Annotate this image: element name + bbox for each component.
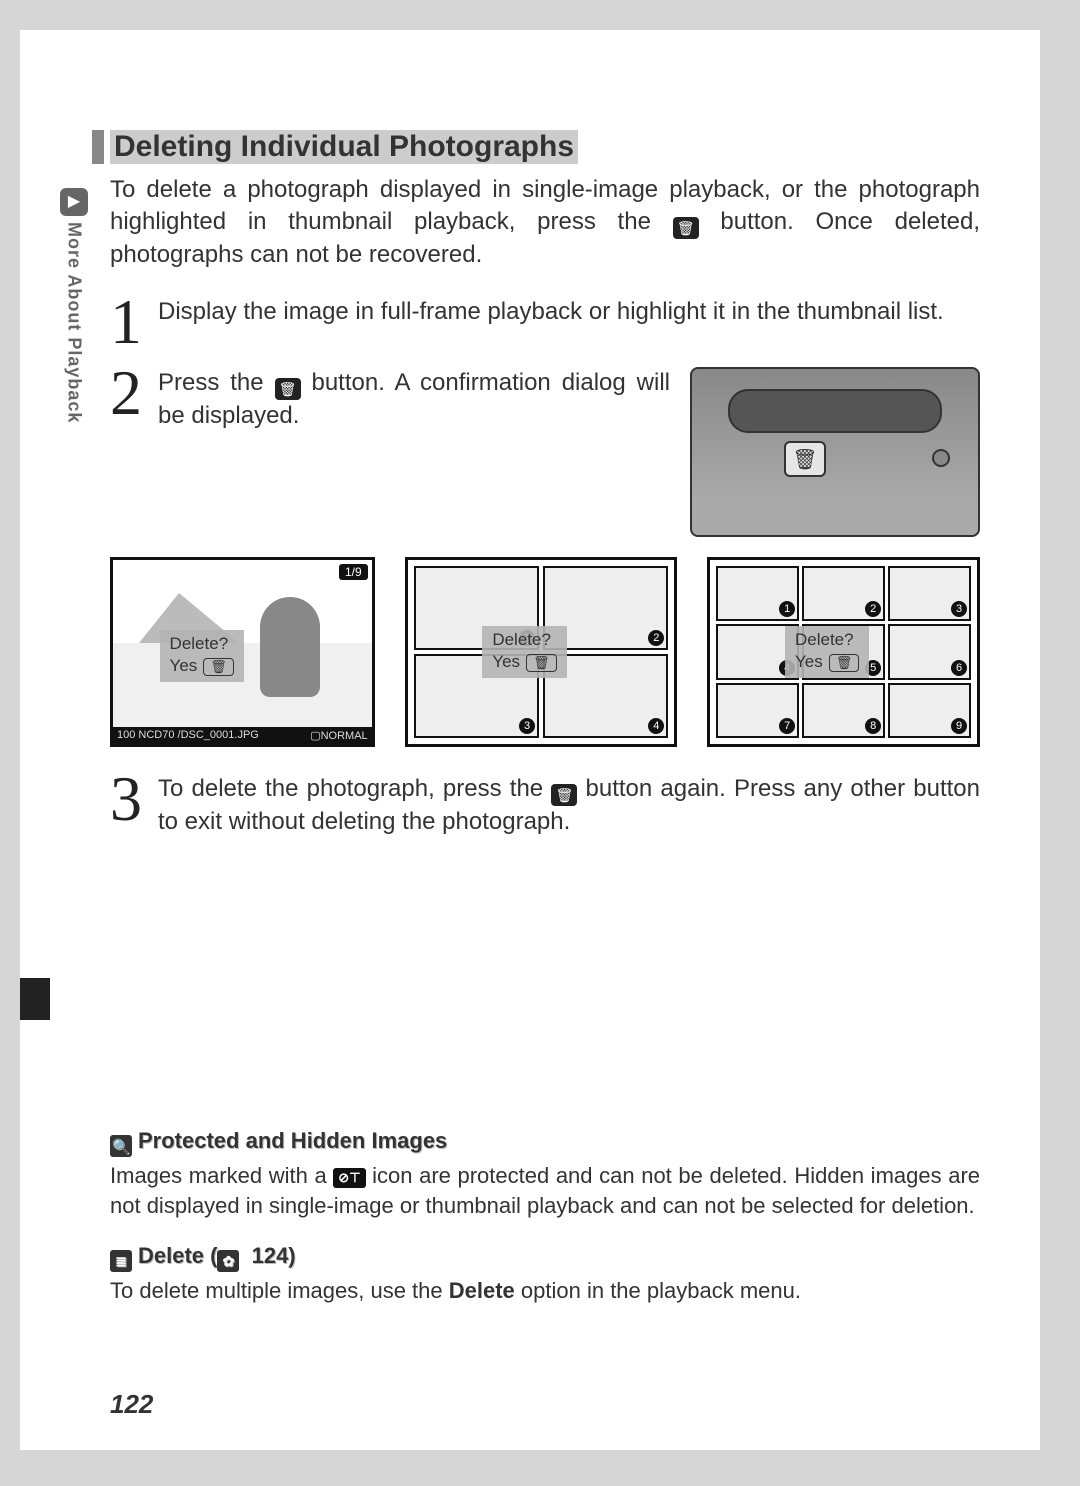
image-path: 100 NCD70 /DSC_0001.JPG bbox=[117, 729, 259, 742]
note-1-title: 🔍Protected and Hidden Images bbox=[110, 1128, 980, 1157]
reference-icon: ✿ bbox=[217, 1250, 239, 1272]
camera-trash-button: 🗑 bbox=[784, 441, 826, 477]
dialog-question: Delete? bbox=[170, 634, 234, 654]
delete-dialog: Delete? Yes🗑 bbox=[785, 626, 869, 678]
note-2-body: To delete multiple images, use the Delet… bbox=[110, 1276, 980, 1306]
thumbnail-4-screen: 1 2 3 4 Delete? Yes🗑 bbox=[405, 557, 678, 747]
confirmation-screens-row: 1/9 Delete? Yes🗑 100 NCD70 /DSC_0001.JPG… bbox=[110, 557, 980, 747]
trash-icon: 🗑 bbox=[673, 217, 699, 239]
side-tab: ▶ More About Playback bbox=[60, 188, 88, 423]
step-number: 2 bbox=[110, 367, 144, 418]
protect-icon: ⊘⊤ bbox=[333, 1168, 365, 1188]
trash-icon: 🗑 bbox=[203, 658, 234, 676]
section-title: Deleting Individual Photographs bbox=[110, 130, 578, 164]
dialog-question: Delete? bbox=[492, 630, 556, 650]
manual-page: ▶ More About Playback Deleting Individua… bbox=[20, 30, 1040, 1450]
step-number: 3 bbox=[110, 773, 144, 824]
side-tab-label: More About Playback bbox=[64, 222, 85, 423]
dialog-yes: Yes🗑 bbox=[795, 652, 859, 672]
menu-icon: ≣ bbox=[110, 1250, 132, 1272]
camera-illustration: 🗑 bbox=[690, 367, 980, 537]
section-title-bar: Deleting Individual Photographs bbox=[92, 130, 980, 164]
playback-icon: ▶ bbox=[60, 188, 88, 216]
step-2-row: 2 Press the 🗑 button. A confirmation dia… bbox=[110, 367, 980, 537]
page-number: 122 bbox=[110, 1389, 153, 1420]
step-2: 2 Press the 🗑 button. A confirmation dia… bbox=[110, 367, 670, 432]
thumbnail-9-screen: 1 2 3 4 5 6 7 8 9 Delete? Yes🗑 bbox=[707, 557, 980, 747]
image-quality: ▢NORMAL bbox=[310, 729, 367, 742]
delete-bold: Delete bbox=[449, 1278, 515, 1303]
delete-dialog: Delete? Yes🗑 bbox=[160, 630, 244, 682]
trash-icon: 🗑 bbox=[829, 654, 860, 672]
dialog-yes: Yes🗑 bbox=[170, 656, 234, 676]
note-2-title: ≣Delete (✿ 124) bbox=[110, 1243, 980, 1272]
page-edge-tab bbox=[20, 978, 50, 1020]
step-1: 1 Display the image in full-frame playba… bbox=[110, 296, 980, 347]
delete-dialog: Delete? Yes🗑 bbox=[482, 626, 566, 678]
step-2-text: Press the 🗑 button. A confirmation dialo… bbox=[158, 367, 670, 432]
dialog-question: Delete? bbox=[795, 630, 859, 650]
single-image-screen: 1/9 Delete? Yes🗑 100 NCD70 /DSC_0001.JPG… bbox=[110, 557, 375, 747]
camera-led bbox=[932, 449, 950, 467]
trash-icon: 🗑 bbox=[275, 378, 301, 400]
trash-icon: 🗑 bbox=[526, 654, 557, 672]
trash-icon: 🗑 bbox=[551, 784, 577, 806]
step-number: 1 bbox=[110, 296, 144, 347]
step-3-text: To delete the photograph, press the 🗑 bu… bbox=[158, 773, 980, 838]
image-counter: 1/9 bbox=[339, 564, 368, 580]
dialog-yes: Yes🗑 bbox=[492, 652, 556, 672]
step-3: 3 To delete the photograph, press the 🗑 … bbox=[110, 773, 980, 838]
image-info-bar: 100 NCD70 /DSC_0001.JPG ▢NORMAL bbox=[113, 727, 372, 744]
notes-section: 🔍Protected and Hidden Images Images mark… bbox=[110, 1128, 980, 1305]
intro-paragraph: To delete a photograph displayed in sing… bbox=[110, 174, 980, 272]
step-1-text: Display the image in full-frame playback… bbox=[158, 296, 980, 328]
note-1-body: Images marked with a ⊘⊤ icon are protect… bbox=[110, 1161, 980, 1220]
info-icon: 🔍 bbox=[110, 1135, 132, 1157]
